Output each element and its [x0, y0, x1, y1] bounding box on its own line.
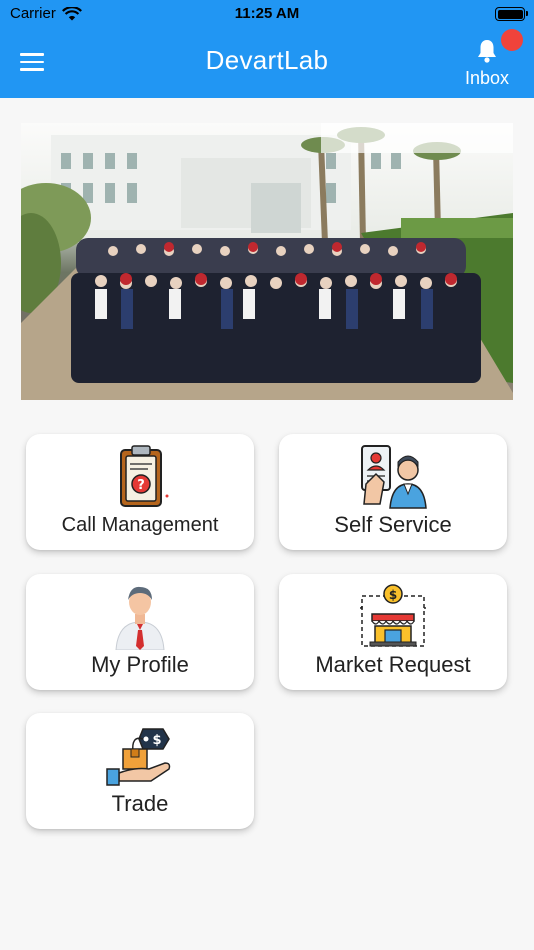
id-card-person-icon: [361, 445, 427, 509]
hamburger-line: [20, 68, 44, 71]
clipboard-question-icon: ?: [120, 445, 169, 507]
tile-label: My Profile: [91, 652, 189, 677]
hamburger-line: [20, 60, 44, 64]
hand-package-icon: $: [106, 728, 171, 786]
svg-text:?: ?: [137, 478, 145, 493]
tile-label: Market Request: [315, 652, 471, 677]
market-stall-icon: $: [360, 584, 426, 647]
svg-text:$: $: [152, 733, 161, 748]
inbox-button[interactable]: Inbox: [458, 29, 523, 90]
tile-trade[interactable]: $ Trade: [26, 713, 254, 829]
app-title: DevartLab: [205, 45, 329, 75]
inbox-label: Inbox: [464, 68, 510, 88]
tile-market-request[interactable]: $ Market Request: [279, 574, 507, 690]
tile-call-management[interactable]: ? Call Management: [26, 434, 254, 550]
notification-badge: [501, 29, 523, 51]
tile-label: Trade: [111, 791, 169, 816]
menu-button[interactable]: [20, 48, 52, 76]
hamburger-line: [20, 53, 44, 56]
banner-group-photo: [21, 123, 513, 400]
bell-icon: [478, 40, 496, 63]
status-bar: Carrier 11:25 AM: [0, 0, 534, 28]
app-header: Carrier 11:25 AM DevartLab Inbox: [0, 0, 534, 98]
tile-label: Self Service: [334, 512, 452, 537]
status-clock: 11:25 AM: [234, 5, 300, 22]
svg-text:$: $: [389, 588, 397, 602]
tile-my-profile[interactable]: My Profile: [26, 574, 254, 690]
businessman-icon: [115, 586, 165, 650]
tile-label: Call Management: [61, 514, 219, 536]
group-photo-image: [21, 123, 513, 400]
tile-self-service[interactable]: Self Service: [279, 434, 507, 550]
battery-icon: [495, 7, 528, 21]
